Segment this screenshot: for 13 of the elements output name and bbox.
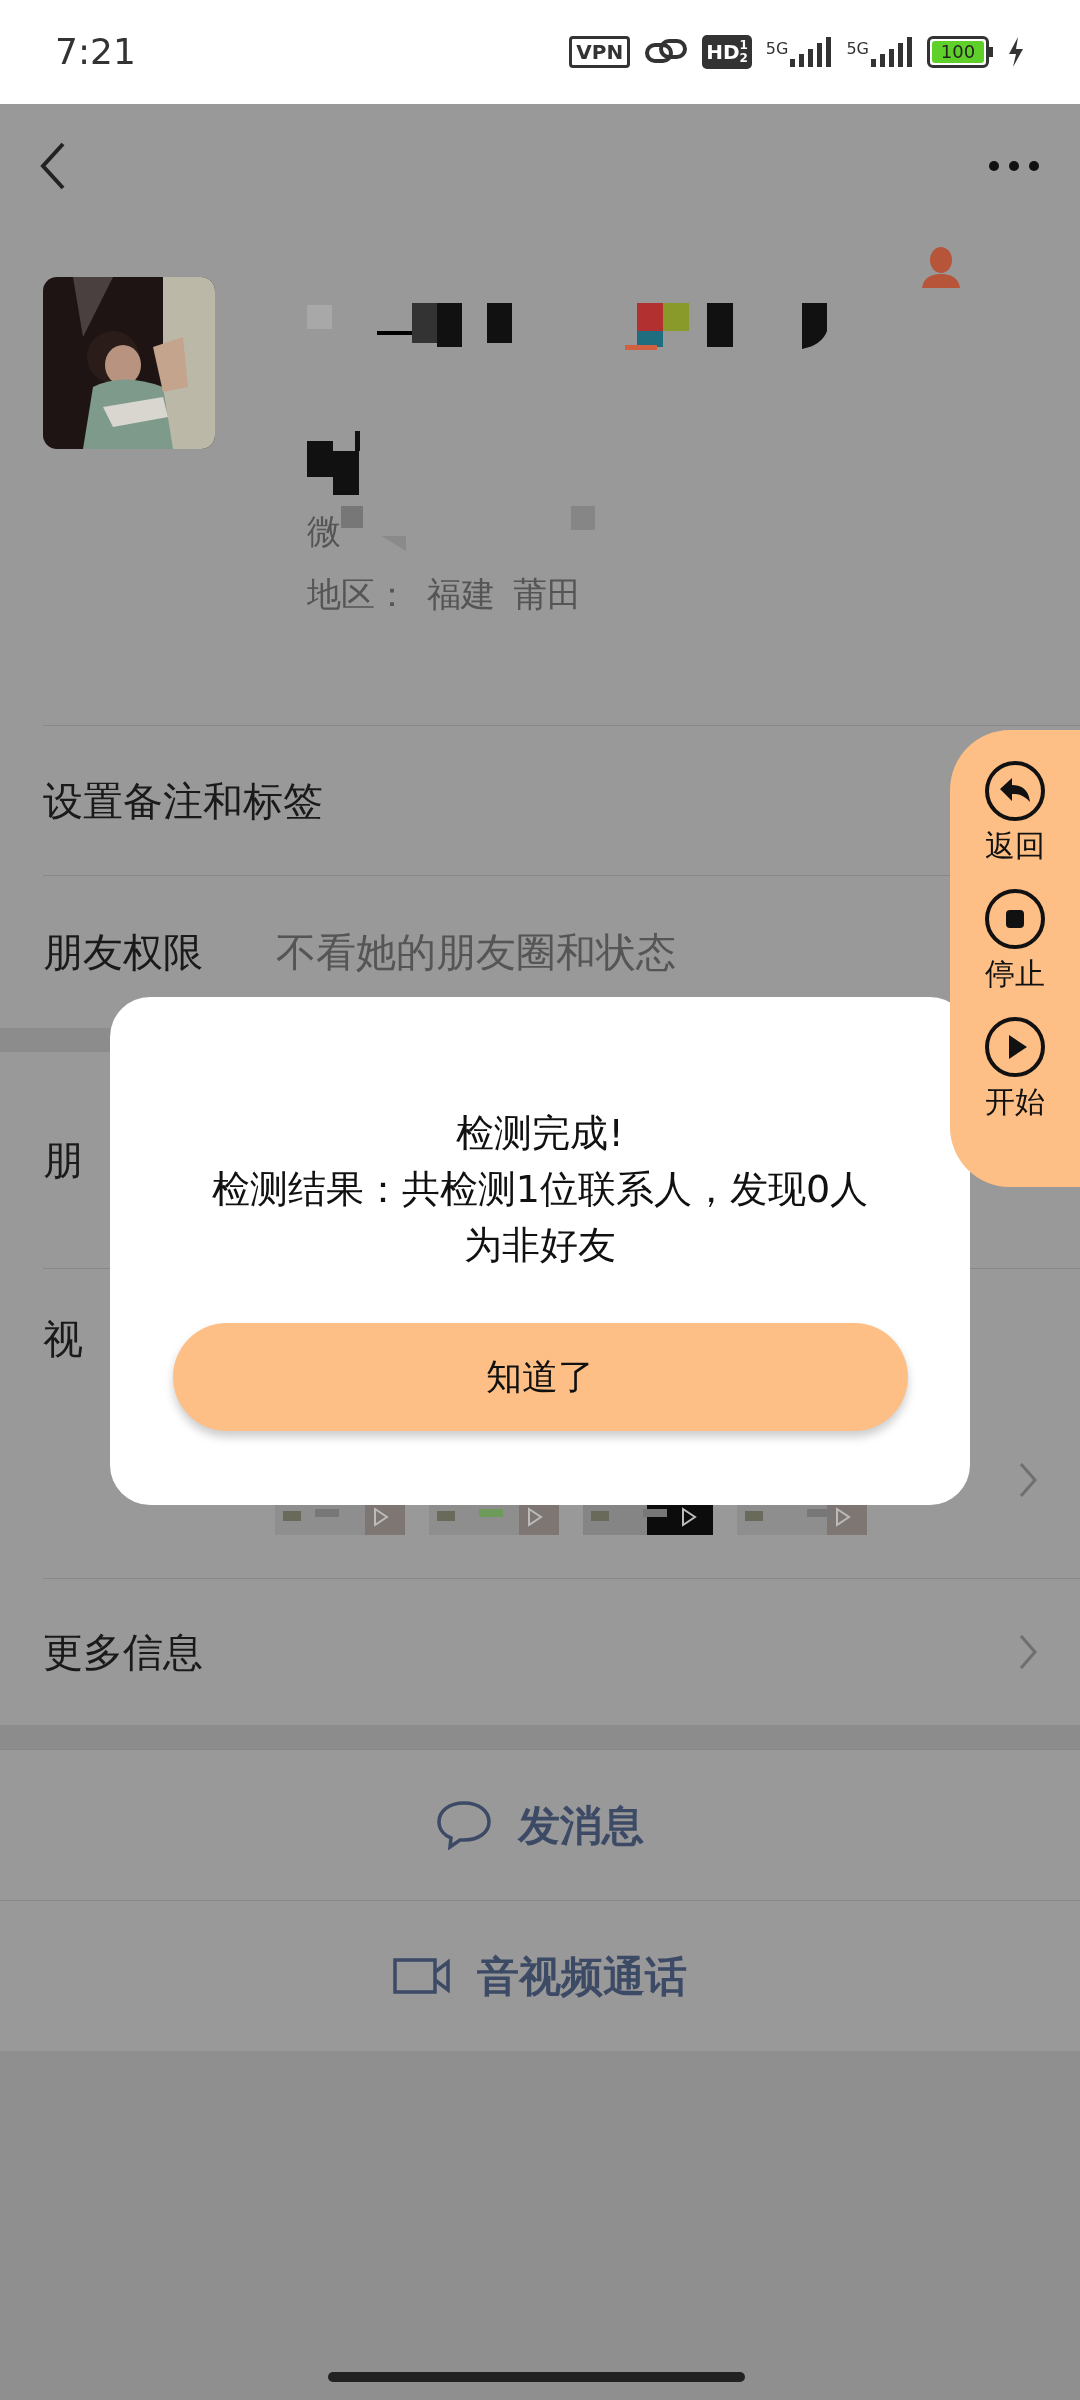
region-city: 莆田 — [513, 572, 581, 616]
network-label: 5G — [765, 38, 789, 60]
region-province: 福建 — [427, 572, 495, 616]
network-label: 5G — [846, 38, 869, 60]
wechat-id-label: 微 — [307, 509, 341, 553]
region-label: 地区： — [307, 572, 409, 616]
hd-sup: 1 — [739, 39, 748, 52]
hd-sub: 2 — [739, 52, 748, 65]
vpn-badge: VPN — [569, 36, 631, 68]
row-value: 不看她的朋友圈和状态 — [276, 928, 676, 977]
dialog-message: 检测结果：共检测1位联系人，发现0人为非好友 — [210, 1166, 870, 1269]
dialog-title: 检测完成! — [456, 1110, 624, 1157]
clock: 7:21 — [55, 30, 136, 74]
